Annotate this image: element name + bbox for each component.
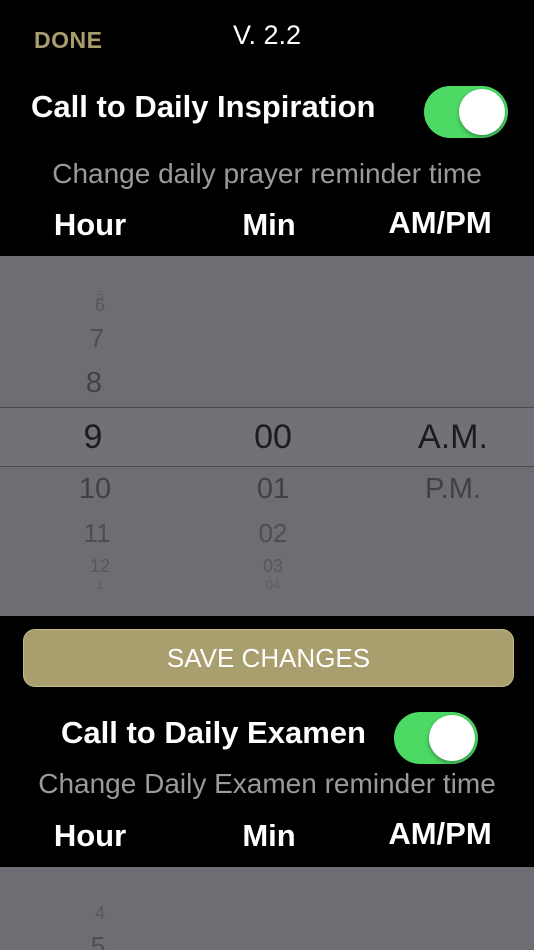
save-changes-button[interactable]: SAVE CHANGES — [23, 629, 514, 687]
inspiration-toggle[interactable] — [424, 86, 508, 138]
column-header-ampm: AM/PM — [388, 205, 492, 240]
hour-option[interactable]: 4 — [40, 903, 160, 924]
examen-toggle-label: Call to Daily Examen — [61, 715, 366, 750]
inspiration-time-picker[interactable]: 5 6 7 8 9 10 11 12 1 00 01 02 03 04 A.M.… — [0, 256, 534, 616]
toggle-knob — [459, 89, 505, 135]
examen-column-header-ampm: AM/PM — [388, 816, 492, 851]
hour-option[interactable]: 5 — [38, 931, 158, 950]
examen-toggle[interactable] — [394, 712, 478, 764]
hour-option[interactable]: 8 — [34, 367, 154, 400]
ampm-option-selected[interactable]: A.M. — [393, 418, 513, 457]
toggle-knob — [429, 715, 475, 761]
inspiration-toggle-label: Call to Daily Inspiration — [31, 89, 376, 124]
column-header-min: Min — [242, 207, 296, 242]
ampm-option[interactable]: P.M. — [393, 473, 513, 506]
minute-option[interactable]: 01 — [213, 473, 333, 506]
hour-option-selected[interactable]: 9 — [33, 418, 153, 457]
version-label: V. 2.2 — [232, 20, 302, 50]
hour-option[interactable]: 11 — [37, 518, 157, 549]
examen-column-header-min: Min — [242, 818, 296, 853]
hour-option[interactable]: 7 — [37, 323, 157, 354]
examen-time-picker[interactable]: 4 5 — [0, 867, 534, 950]
hour-option[interactable]: 1 — [40, 577, 160, 592]
minute-option[interactable]: 03 — [213, 556, 333, 577]
hour-option[interactable]: 12 — [40, 556, 160, 577]
hour-option[interactable]: 6 — [40, 295, 160, 316]
hour-option[interactable]: 10 — [35, 473, 155, 506]
examen-column-header-hour: Hour — [53, 818, 127, 853]
minute-option[interactable]: 04 — [213, 577, 333, 592]
minute-option-selected[interactable]: 00 — [213, 418, 333, 457]
inspiration-subtitle: Change daily prayer reminder time — [52, 158, 482, 189]
minute-option[interactable]: 02 — [213, 518, 333, 549]
examen-subtitle: Change Daily Examen reminder time — [38, 768, 496, 799]
column-header-hour: Hour — [53, 207, 127, 242]
